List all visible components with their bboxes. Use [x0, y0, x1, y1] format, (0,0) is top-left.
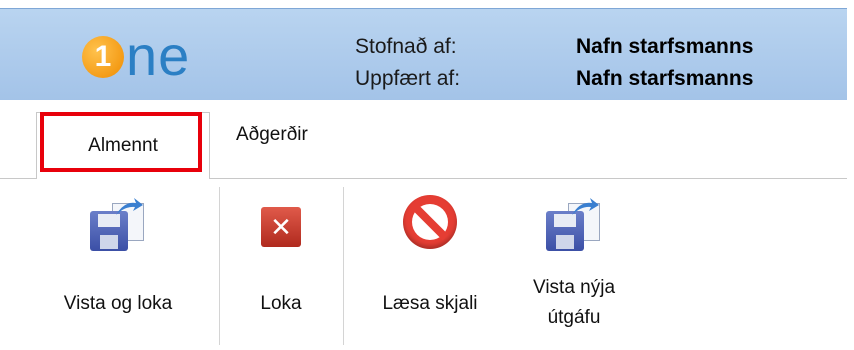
updated-by-value: Nafn starfsmanns	[576, 67, 754, 90]
document-header: 1 ne Stofnað af: Nafn starfsmanns Uppfær…	[0, 8, 847, 102]
save-close-icon	[88, 197, 148, 257]
logo-text: ne	[126, 24, 191, 87]
lock-document-button[interactable]: Læsa skjali	[350, 179, 510, 350]
close-button[interactable]: ✕ Loka	[226, 179, 336, 350]
save-new-version-button[interactable]: Vista nýja útgáfu	[514, 179, 634, 350]
ribbon-divider	[219, 187, 220, 345]
logo-digit: 1	[82, 36, 124, 78]
updated-by-label: Uppfært af:	[355, 67, 461, 90]
save-and-close-label: Vista og loka	[63, 293, 173, 314]
tab-adgerdir[interactable]: Aðgerðir	[236, 110, 366, 160]
lock-prohibited-icon	[403, 195, 457, 249]
ribbon-tabs: Almennt Aðgerðir	[0, 100, 847, 179]
save-and-close-button[interactable]: Vista og loka	[30, 179, 206, 350]
save-new-version-label-line1: Vista nýja	[532, 277, 616, 298]
save-new-version-label-line2: útgáfu	[547, 307, 601, 328]
lock-document-label: Læsa skjali	[382, 293, 478, 314]
created-by-value: Nafn starfsmanns	[576, 35, 754, 58]
close-label: Loka	[260, 293, 302, 314]
save-new-version-label: Vista nýja útgáfu	[514, 273, 634, 333]
ribbon-divider	[343, 187, 344, 345]
tab-almennt[interactable]: Almennt	[36, 112, 210, 179]
created-by-label: Stofnað af:	[355, 35, 457, 58]
app-logo: 1 ne	[82, 21, 190, 91]
close-icon: ✕	[251, 197, 311, 257]
ribbon-toolbar: Vista og loka ✕ Loka Læsa skjali Vista n…	[0, 178, 847, 350]
save-new-version-icon	[544, 197, 604, 257]
